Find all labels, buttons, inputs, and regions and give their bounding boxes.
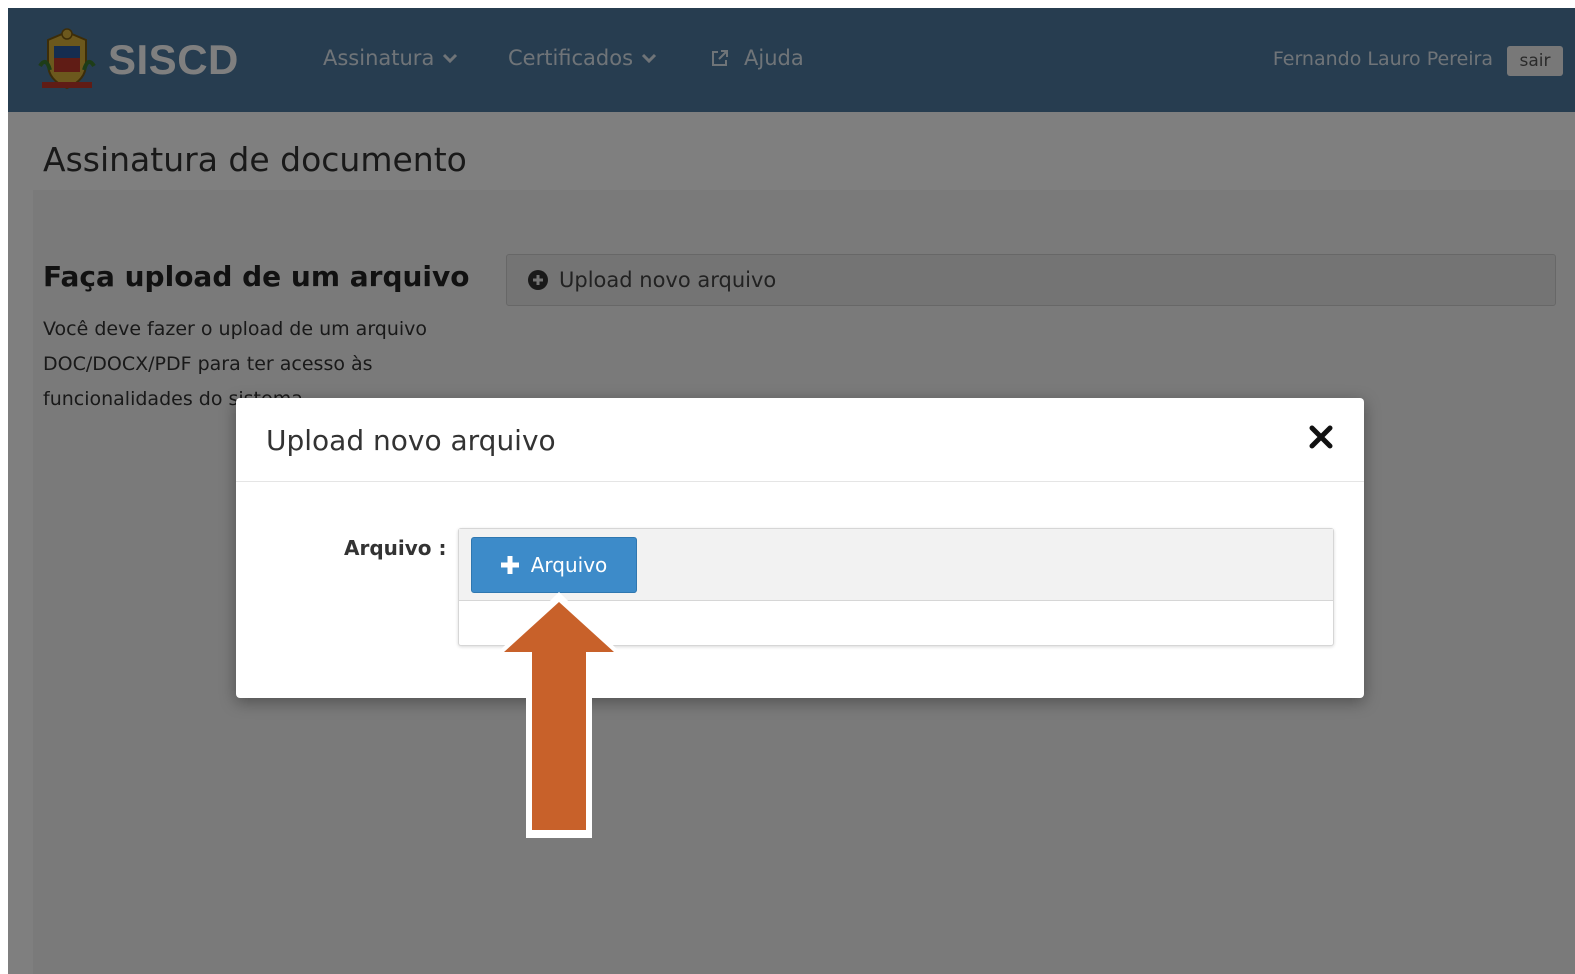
close-icon[interactable]	[1308, 424, 1334, 450]
annotation-arrow-icon	[492, 592, 626, 838]
choose-file-button[interactable]: Arquivo	[471, 537, 637, 593]
app-frame: SISCD Assinatura Certificados Ajuda Fern…	[8, 8, 1575, 974]
file-field-label: Arquivo :	[344, 536, 447, 560]
modal-title: Upload novo arquivo	[266, 424, 556, 457]
choose-file-label: Arquivo	[530, 553, 608, 577]
plus-icon	[500, 556, 519, 574]
modal-header: Upload novo arquivo	[236, 398, 1364, 482]
upload-modal: Upload novo arquivo Arquivo : Arquivo	[236, 398, 1364, 698]
